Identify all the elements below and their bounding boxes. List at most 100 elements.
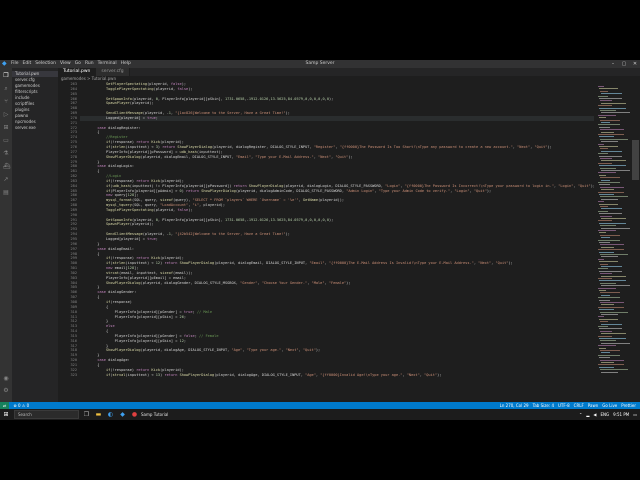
minimap-line xyxy=(599,146,618,147)
minimap-line xyxy=(600,311,628,313)
notifications-icon[interactable]: ▭ xyxy=(633,409,637,420)
explorer-icon[interactable]: ❐ xyxy=(3,73,9,79)
minimap-line xyxy=(599,242,610,243)
minimap-line xyxy=(601,208,622,210)
minimap-line xyxy=(599,174,606,176)
minimap-line xyxy=(598,153,608,155)
source-control-icon[interactable]: ⑂ xyxy=(3,99,9,105)
minimize-icon[interactable]: – xyxy=(608,60,618,68)
minimap-line xyxy=(600,129,624,131)
chevron-up-icon[interactable]: ⌃ xyxy=(579,409,582,420)
minimap-line xyxy=(600,302,624,303)
menu-item-terminal[interactable]: Terminal xyxy=(98,60,117,68)
explorer-file-item[interactable]: server.exe xyxy=(12,125,58,131)
minimap-line xyxy=(599,98,622,99)
minimap-line xyxy=(600,244,624,246)
minimap-line xyxy=(598,287,616,289)
minimap-line xyxy=(600,100,612,102)
minimap-line xyxy=(599,261,618,263)
book-icon[interactable]: ▤ xyxy=(3,190,9,196)
status-item[interactable]: Pawn xyxy=(588,402,599,409)
menu-item-help[interactable]: Help xyxy=(121,60,131,68)
gear-icon[interactable]: ⚙ xyxy=(3,388,9,394)
problems-indicator[interactable]: ⊗ 0 ⚠ 0 xyxy=(13,402,29,409)
minimap-line xyxy=(601,150,622,152)
code-editor[interactable]: SetPlayerSpectating(playerid, false); To… xyxy=(80,82,594,402)
minimap-line xyxy=(601,112,630,114)
minimap-line xyxy=(598,239,620,241)
windows-start-icon[interactable]: ⊞ xyxy=(0,409,12,420)
editor-tab[interactable]: Tutorial.pwn xyxy=(58,68,97,76)
run-debug-icon[interactable]: ▷ xyxy=(3,112,9,118)
minimap-line xyxy=(601,227,630,229)
minimap-line xyxy=(601,102,626,104)
status-item[interactable]: UTF-8 xyxy=(558,402,570,409)
minimap-line xyxy=(600,177,620,179)
status-item[interactable]: CRLF xyxy=(574,402,584,409)
editor-tab[interactable]: server.cfg xyxy=(96,68,130,76)
menu-item-go[interactable]: Go xyxy=(75,60,81,68)
docker-icon[interactable]: ⛴ xyxy=(3,164,11,170)
live-share-icon[interactable]: ↗ xyxy=(3,177,9,183)
minimap-line xyxy=(598,210,608,212)
minimap-line xyxy=(599,270,622,272)
recorder-app-icon[interactable]: ● xyxy=(130,410,139,419)
minimap-line xyxy=(601,285,630,287)
minimap-line xyxy=(599,203,618,205)
maximize-icon[interactable]: ▢ xyxy=(619,60,629,68)
testing-icon[interactable]: ⚗ xyxy=(3,151,9,157)
vertical-scrollbar[interactable] xyxy=(630,82,640,402)
minimap-line xyxy=(599,309,614,311)
menu-item-selection[interactable]: Selection xyxy=(35,60,56,68)
remote-indicator-icon[interactable]: ⇌ xyxy=(0,402,10,409)
minimap-line xyxy=(598,306,624,308)
minimap-line xyxy=(599,107,626,109)
account-icon[interactable]: ◉ xyxy=(3,376,9,382)
network-icon[interactable]: ▂ xyxy=(586,409,589,420)
minimap-line xyxy=(600,321,608,323)
activity-bar: ❐ ⌕ ⑂ ▷ ⊞ ▭ ⚗ ⛴ ↗ ▤ ◉ ⚙ xyxy=(0,68,12,402)
taskbar-search-input[interactable]: Search xyxy=(14,410,79,419)
minimap-line xyxy=(599,165,626,167)
menu-item-edit[interactable]: Edit xyxy=(23,60,32,68)
minimap-line xyxy=(598,278,612,279)
editor-tabs: Tutorial.pwn server.cfg xyxy=(58,68,640,76)
minimap-line xyxy=(598,114,616,116)
minimap-line xyxy=(600,158,612,159)
close-icon[interactable]: ✕ xyxy=(630,60,640,68)
language-indicator[interactable]: ENG xyxy=(600,409,609,420)
volume-icon[interactable]: ◀ xyxy=(593,409,596,420)
minimap-line xyxy=(598,182,620,183)
search-icon[interactable]: ⌕ xyxy=(3,86,9,92)
status-item[interactable]: Go Live xyxy=(602,402,617,409)
minimap-line xyxy=(598,249,624,251)
scrollbar-thumb[interactable] xyxy=(632,140,639,180)
minimap-line xyxy=(600,254,628,255)
minimap[interactable] xyxy=(596,82,630,402)
menu-item-view[interactable]: View xyxy=(60,60,71,68)
minimap-line xyxy=(601,371,618,373)
status-item[interactable]: Ln 270, Col 29 xyxy=(500,402,529,409)
explorer-sidebar: Tutorial.pwn server.cfg gamemodes filterscr… xyxy=(12,68,58,402)
menu-item-file[interactable]: File xyxy=(11,60,19,68)
menu-item-run[interactable]: Run xyxy=(85,60,94,68)
file-explorer-icon[interactable]: ▬ xyxy=(94,410,103,419)
remote-explorer-icon[interactable]: ▭ xyxy=(3,138,9,144)
task-view-icon[interactable]: ❐ xyxy=(82,410,91,419)
minimap-line xyxy=(600,110,616,111)
minimap-line xyxy=(601,275,626,277)
minimap-line xyxy=(599,347,606,349)
minimap-line xyxy=(598,172,616,174)
minimap-line xyxy=(599,338,626,339)
active-app-label[interactable]: Samp Tutorial xyxy=(141,409,168,420)
clock[interactable]: 9:51 PM xyxy=(613,409,629,420)
minimap-line xyxy=(600,167,616,169)
status-item[interactable]: Prettier xyxy=(621,402,636,409)
minimap-line xyxy=(601,131,614,133)
extensions-icon[interactable]: ⊞ xyxy=(3,125,9,131)
status-item[interactable]: Tab Size: 4 xyxy=(533,402,554,409)
code-line[interactable]: if(strval(inputtext) < 13) return ShowPl… xyxy=(80,373,594,378)
minimap-line xyxy=(598,268,608,270)
edge-browser-icon[interactable]: ◐ xyxy=(106,410,115,419)
vscode-taskbar-icon[interactable]: ◆ xyxy=(118,410,127,419)
